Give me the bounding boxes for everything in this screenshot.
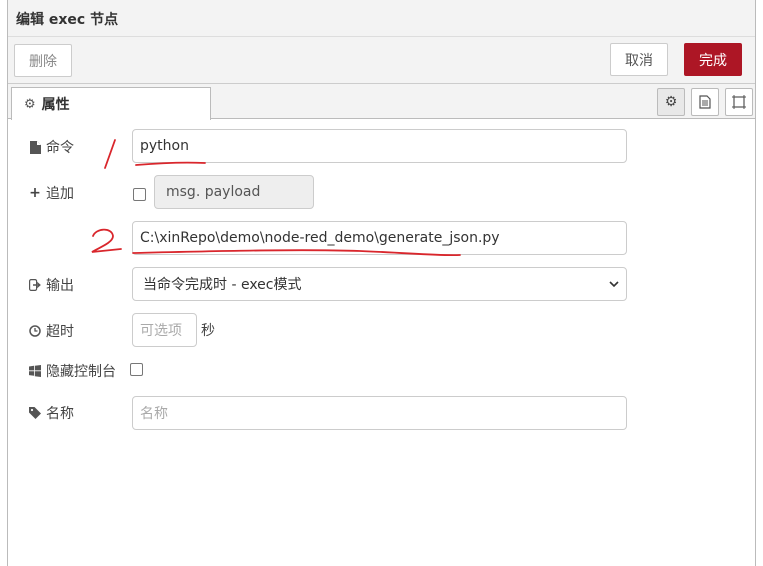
chevron-down-icon <box>609 281 619 288</box>
append-msg-field: msg. payload <box>154 175 314 209</box>
document-icon <box>699 95 711 109</box>
tag-icon <box>28 407 42 419</box>
plus-icon: + <box>29 185 41 201</box>
edit-tray: 编辑 exec 节点 删除 取消 完成 ⚙ 属性 ⚙ 命令 python + 追… <box>7 0 756 566</box>
command-label: 命令 <box>28 137 74 157</box>
output-mode-value: 当命令完成时 - exec模式 <box>143 277 302 293</box>
settings-tab-button[interactable]: ⚙ <box>657 88 685 116</box>
gear-icon: ⚙ <box>664 94 678 110</box>
append-checkbox[interactable] <box>133 188 146 201</box>
tab-properties[interactable]: ⚙ 属性 <box>11 87 211 120</box>
windows-icon <box>28 365 42 377</box>
delete-button[interactable]: 删除 <box>14 44 72 77</box>
gear-icon: ⚙ <box>24 96 36 112</box>
sign-out-icon <box>28 279 42 291</box>
name-placeholder: 名称 <box>140 406 168 422</box>
hide-console-label: 隐藏控制台 <box>28 361 116 381</box>
output-mode-select[interactable]: 当命令完成时 - exec模式 <box>132 267 627 301</box>
cancel-button[interactable]: 取消 <box>610 43 668 76</box>
timeout-input[interactable]: 可选项 <box>132 313 197 347</box>
description-tab-button[interactable] <box>691 88 719 116</box>
hide-console-checkbox[interactable] <box>130 363 143 376</box>
clock-icon <box>28 325 42 337</box>
append-label: + 追加 <box>28 183 74 203</box>
output-label-text: 输出 <box>46 278 74 294</box>
timeout-label: 超时 <box>28 321 74 341</box>
hide-console-label-text: 隐藏控制台 <box>46 364 116 380</box>
name-input[interactable]: 名称 <box>132 396 627 430</box>
append-label-text: 追加 <box>46 186 74 202</box>
timeout-unit: 秒 <box>201 323 215 339</box>
command-input[interactable]: python <box>132 129 627 163</box>
timeout-placeholder: 可选项 <box>140 323 182 339</box>
done-button[interactable]: 完成 <box>684 43 742 76</box>
appearance-tab-button[interactable] <box>725 88 753 116</box>
tray-title: 编辑 exec 节点 <box>16 12 119 28</box>
toolbar: 删除 取消 完成 <box>8 37 755 84</box>
tab-bar: ⚙ 属性 ⚙ <box>8 84 755 120</box>
name-label: 名称 <box>28 403 74 423</box>
arguments-input[interactable]: C:\xinRepo\demo\node-red_demo\generate_j… <box>132 221 627 255</box>
file-icon <box>28 140 42 154</box>
name-label-text: 名称 <box>46 406 74 422</box>
tab-properties-label: 属性 <box>41 97 70 113</box>
timeout-label-text: 超时 <box>46 324 74 340</box>
command-label-text: 命令 <box>46 140 74 156</box>
title-bar: 编辑 exec 节点 <box>8 0 755 37</box>
output-label: 输出 <box>28 275 74 295</box>
frame-icon <box>732 95 746 109</box>
